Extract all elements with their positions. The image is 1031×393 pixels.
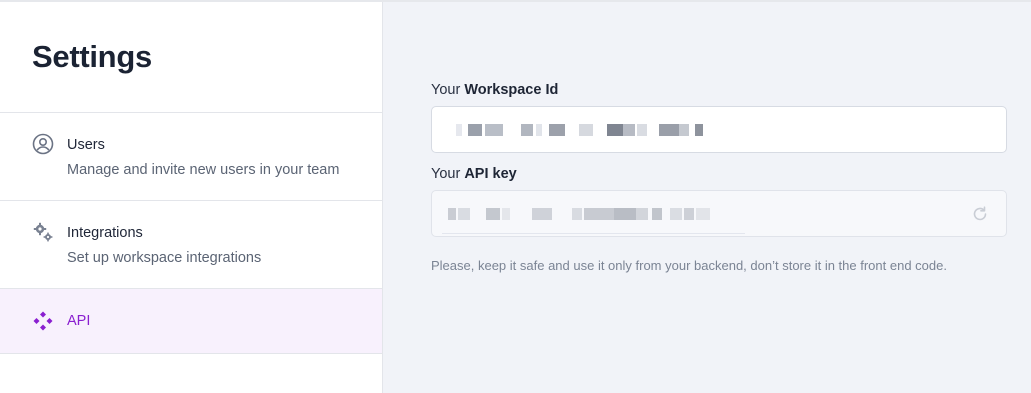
label-strong: Workspace Id — [464, 82, 559, 98]
settings-page: Settings Users Manage and invite new use… — [0, 0, 1031, 393]
sidebar-item-text: API — [67, 313, 90, 329]
api-key-hint: Please, keep it safe and use it only fro… — [431, 258, 947, 273]
sidebar-item-description: Manage and invite new users in your team — [67, 162, 340, 178]
sidebar-item-label: API — [67, 313, 91, 329]
user-circle-icon — [32, 133, 54, 155]
api-settings-panel: Your Workspace Id Your API key Please, k… — [383, 2, 1031, 393]
gears-icon — [32, 221, 54, 243]
sidebar-item-description: Set up workspace integrations — [67, 250, 262, 266]
redacted-value — [456, 123, 703, 136]
sidebar-item-text: Integrations Set up workspace integratio… — [67, 221, 261, 266]
label-prefix: Your — [431, 166, 465, 182]
field-underline — [442, 233, 745, 234]
workspace-id-label: Your Workspace Id — [431, 82, 1007, 98]
page-title: Settings — [0, 2, 382, 113]
sidebar-item-api[interactable]: API — [0, 289, 382, 354]
api-key-label: Your API key — [431, 166, 1007, 182]
sidebar-item-label: Integrations — [67, 225, 143, 241]
sidebar-item-users[interactable]: Users Manage and invite new users in you… — [0, 113, 382, 201]
settings-sidebar: Settings Users Manage and invite new use… — [0, 2, 383, 393]
redacted-value — [448, 207, 710, 220]
label-strong: API key — [464, 166, 517, 182]
api-diamond-icon — [32, 310, 54, 332]
sidebar-item-integrations[interactable]: Integrations Set up workspace integratio… — [0, 201, 382, 289]
sidebar-item-text: Users Manage and invite new users in you… — [67, 133, 339, 178]
sidebar-item-label: Users — [67, 137, 105, 153]
refresh-icon[interactable] — [970, 204, 990, 224]
workspace-id-field[interactable] — [431, 106, 1007, 153]
api-key-group: Your API key Please, keep it safe and us… — [431, 166, 1007, 273]
label-prefix: Your — [431, 82, 465, 98]
api-key-field[interactable] — [431, 190, 1007, 237]
workspace-id-group: Your Workspace Id — [431, 82, 1007, 153]
